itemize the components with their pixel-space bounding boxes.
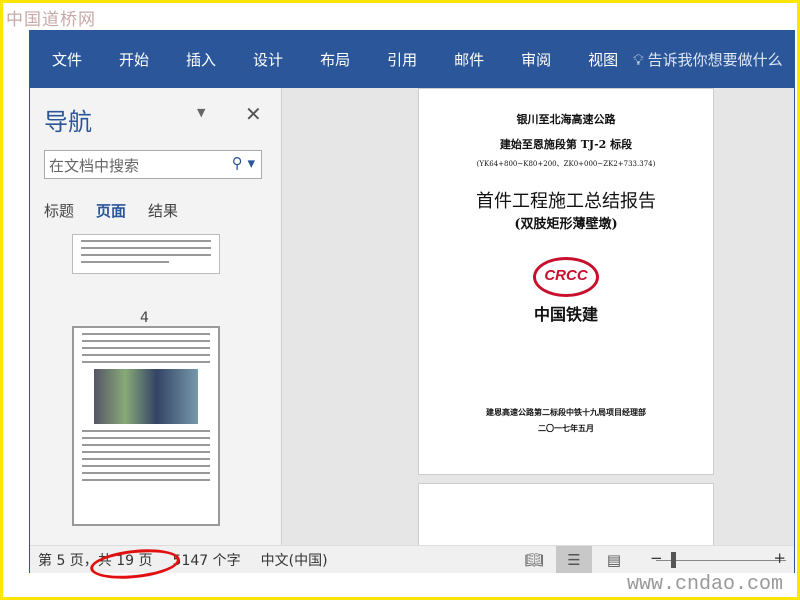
tab-pages[interactable]: 页面 <box>96 200 126 221</box>
chevron-down-icon[interactable]: ▼ <box>197 106 205 119</box>
search-placeholder: 在文档中搜索 <box>49 157 140 175</box>
nav-tabs: 标题 页面 结果 <box>44 200 178 221</box>
tell-me-text: 告诉我你想要做什么 <box>647 51 783 69</box>
page-date: 二〇一七年五月 <box>538 423 594 433</box>
page-line-3: (YK64+800~K80+200、ZK0+000~ZK2+733.374) <box>476 160 656 168</box>
tell-me-box[interactable]: 💡︎ 告诉我你想要做什么 <box>633 49 783 70</box>
tab-file[interactable]: 文件 <box>52 49 82 70</box>
print-layout-icon[interactable]: ☰ <box>556 546 592 573</box>
tab-headings[interactable]: 标题 <box>44 200 74 221</box>
language[interactable]: 中文(中国) <box>261 550 328 570</box>
tab-results[interactable]: 结果 <box>148 200 178 221</box>
search-input[interactable]: 在文档中搜索 ⚲ ▾ <box>44 150 262 179</box>
lightbulb-icon: 💡︎ <box>633 50 644 69</box>
tab-home[interactable]: 开始 <box>119 49 149 70</box>
ribbon: 文件 开始 插入 设计 布局 引用 邮件 审阅 视图 💡︎ 告诉我你想要做什么 <box>30 31 794 88</box>
page-org: 建恩高速公路第二标段中铁十九局项目经理部 <box>486 407 646 417</box>
page-subtitle: (双肢矩形薄壁墩) <box>514 217 618 232</box>
page-thumbnail-5[interactable] <box>72 326 220 526</box>
close-icon[interactable]: ✕ <box>245 102 262 126</box>
page-thumbnail-4[interactable] <box>72 234 220 274</box>
tab-insert[interactable]: 插入 <box>186 49 216 70</box>
watermark-top: 中国道桥网 <box>6 10 96 30</box>
word-window: 文件 开始 插入 设计 布局 引用 邮件 审阅 视图 💡︎ 告诉我你想要做什么 … <box>29 30 795 583</box>
zoom-in-icon[interactable]: + <box>773 549 786 567</box>
watermark-bottom: www.cndao.com <box>626 573 783 596</box>
document-area: 银川至北海高速公路 建始至恩施段第 TJ-2 标段 (YK64+800~K80+… <box>283 88 794 545</box>
page-title: 首件工程施工总结报告 <box>476 191 656 212</box>
status-bar: 第 5 页，共 19 页 5147 个字 中文(中国) 📖︎ ☰ ▤ − + <box>30 545 794 583</box>
web-layout-icon[interactable]: ▤ <box>596 546 632 573</box>
thumbnail-page-number: 4 <box>140 310 149 326</box>
crcc-logo: CRCC <box>533 257 599 297</box>
thumbnail-photo <box>94 369 198 424</box>
search-icon[interactable]: ⚲ ▾ <box>232 154 255 172</box>
zoom-out-icon[interactable]: − <box>650 549 663 567</box>
next-page[interactable] <box>418 483 714 545</box>
tab-view[interactable]: 视图 <box>588 49 618 70</box>
zoom-thumb[interactable] <box>671 552 676 568</box>
company-name: 中国铁建 <box>533 305 598 324</box>
nav-title: 导航 <box>44 108 92 136</box>
page-line-2: 建始至恩施段第 TJ-2 标段 <box>499 138 633 151</box>
zoom-slider[interactable]: − + <box>642 549 792 568</box>
document-page[interactable]: 银川至北海高速公路 建始至恩施段第 TJ-2 标段 (YK64+800~K80+… <box>418 88 714 475</box>
tab-references[interactable]: 引用 <box>387 49 417 70</box>
page-line-1: 银川至北海高速公路 <box>516 113 616 126</box>
tab-mailings[interactable]: 邮件 <box>454 49 484 70</box>
tab-review[interactable]: 审阅 <box>521 49 551 70</box>
tab-layout[interactable]: 布局 <box>320 49 350 70</box>
tab-design[interactable]: 设计 <box>253 49 283 70</box>
word-count[interactable]: 5147 个字 <box>173 550 241 570</box>
read-mode-icon[interactable]: 📖︎ <box>516 546 552 573</box>
navigation-pane: 导航 ▼ ✕ 在文档中搜索 ⚲ ▾ 标题 页面 结果 4 <box>30 88 282 545</box>
